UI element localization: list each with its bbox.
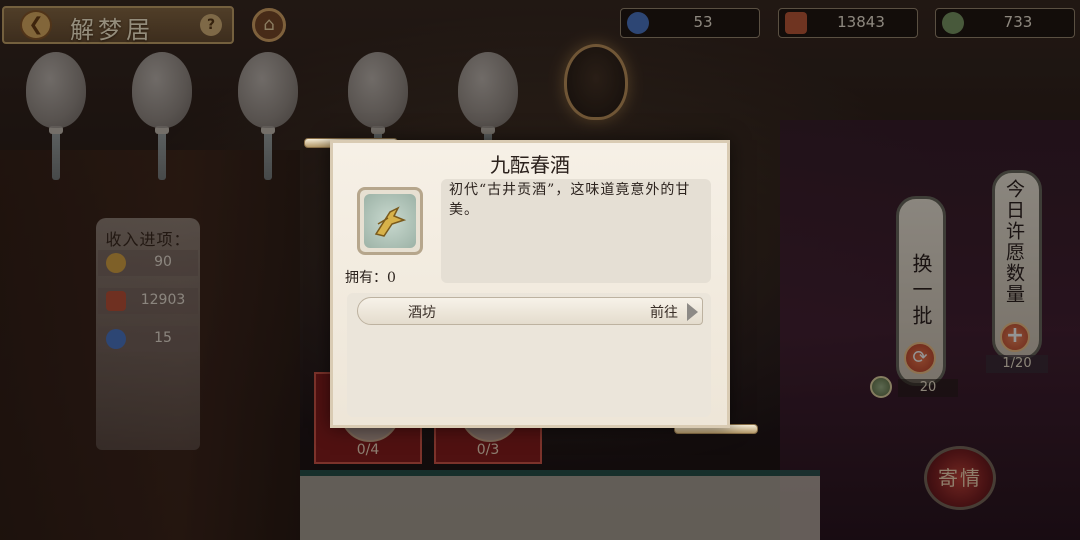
owned-count: 拥有：0 xyxy=(345,270,396,286)
item-detail-dialog: 九酝春酒 初代“古井贡酒”，这味道竟意外的甘美。 拥有：0 酒坊 前往 xyxy=(330,140,730,428)
item-title: 九酝春酒 xyxy=(490,153,570,177)
source-row-winery[interactable]: 酒坊 前往 xyxy=(357,297,703,325)
item-description: 初代“古井贡酒”，这味道竟意外的甘美。 xyxy=(449,182,691,218)
source-name: 酒坊 xyxy=(408,305,436,321)
go-button-label[interactable]: 前往 xyxy=(650,302,678,322)
wine-icon xyxy=(364,194,416,248)
item-icon-frame xyxy=(357,187,423,255)
arrow-right-icon[interactable] xyxy=(687,303,698,321)
